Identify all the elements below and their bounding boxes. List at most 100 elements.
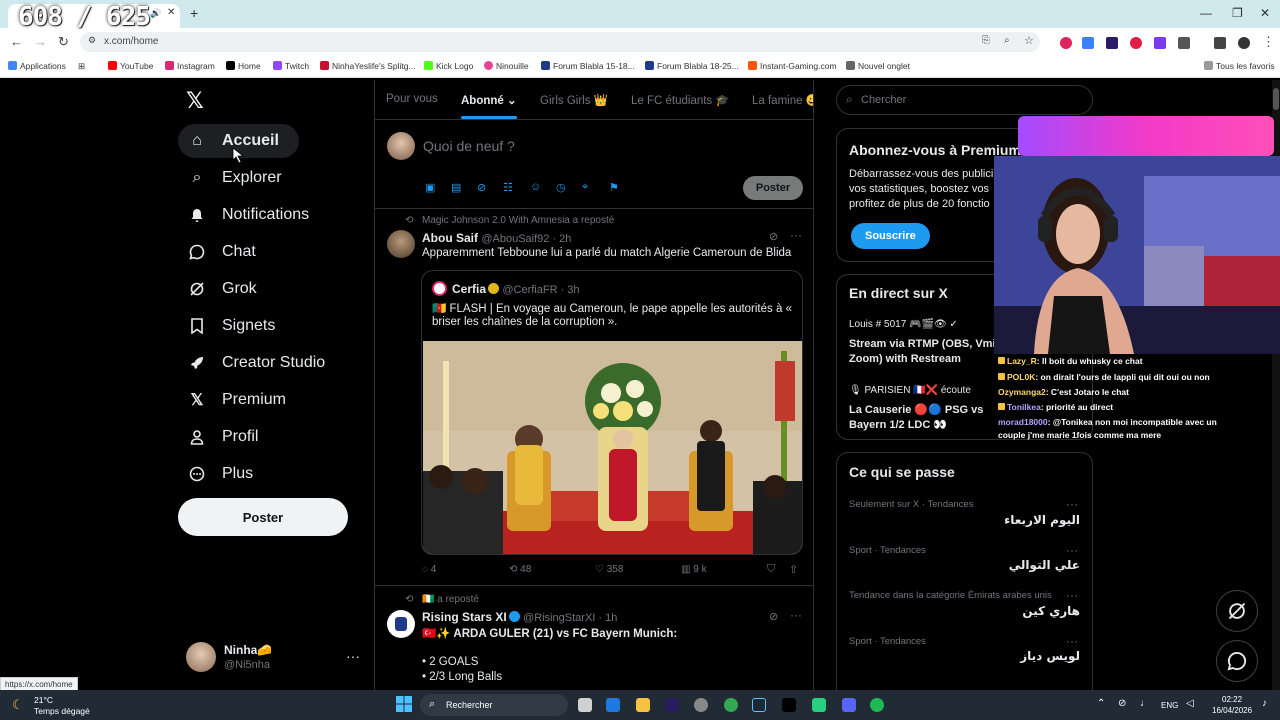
profile-avatar-icon[interactable] — [1238, 37, 1250, 49]
bookmark-kick[interactable]: Kick Logo — [424, 61, 473, 71]
tiktok-icon[interactable] — [782, 698, 796, 712]
tab-close-icon[interactable]: ✕ — [167, 7, 175, 18]
trend-more-icon[interactable]: ··· — [1066, 588, 1078, 602]
composer-input[interactable]: Quoi de neuf ? — [423, 138, 515, 154]
trend-name[interactable]: اليوم الاربعاء — [1004, 513, 1080, 527]
tweet-avatar[interactable] — [387, 230, 415, 258]
new-tab-button[interactable]: + — [190, 5, 198, 21]
sidebar-item-premium[interactable]: 𝕏 Premium — [178, 383, 306, 417]
tweet-author[interactable]: Rising Stars XI @RisingStarXI · 1h — [422, 610, 617, 624]
live-item-2-title[interactable]: La Causerie 🔴🔵 PSG vs Bayern 1/2 LDC 👀 — [849, 403, 983, 433]
volume-icon[interactable]: ◁ — [1186, 698, 1194, 709]
trend-more-icon[interactable]: ··· — [1066, 634, 1078, 648]
spotify-icon[interactable] — [870, 698, 884, 712]
tweet-avatar[interactable] — [387, 610, 415, 638]
tab-la-famine[interactable]: La famine 😀 — [752, 93, 813, 107]
post-button[interactable]: Poster — [178, 498, 348, 536]
maximize-icon[interactable]: ❐ — [1232, 6, 1243, 20]
repost-action[interactable]: ⟲ 48 — [509, 564, 531, 575]
bookmark-forum-18-25[interactable]: Forum Blabla 18-25... — [645, 61, 739, 71]
back-icon[interactable]: ← — [10, 34, 23, 49]
bookmark-instagram[interactable]: Instagram — [165, 61, 215, 71]
zoom-icon[interactable]: ⌕ — [1004, 35, 1010, 46]
window-close-icon[interactable]: ✕ — [1260, 6, 1270, 20]
taskbar-search[interactable]: ⌕ Rechercher — [420, 694, 568, 716]
mic-icon[interactable]: ♩ — [1140, 698, 1150, 709]
messages-float-button[interactable] — [1216, 640, 1258, 682]
bookmark-instant-gaming[interactable]: Instant-Gaming.com — [748, 61, 837, 71]
url-field[interactable]: ⚙ x.com/home ⎘ ⌕ ☆ — [80, 32, 1040, 52]
reply-action[interactable]: ◌ 4 — [422, 564, 436, 575]
reload-icon[interactable]: ↻ — [58, 34, 69, 50]
composer-post-button[interactable]: Poster — [743, 176, 803, 200]
subscribe-button[interactable]: Souscrire — [851, 223, 930, 249]
sidebar-item-chat[interactable]: Chat — [178, 235, 276, 269]
apps-grid-icon[interactable]: ⊞ — [78, 61, 85, 72]
quoted-tweet[interactable]: Cerfia @CerfiaFR · 3h 🇨🇲 FLASH | En voya… — [421, 270, 803, 555]
extensions-puzzle-icon[interactable] — [1178, 37, 1190, 49]
taskbar-time[interactable]: 02:22 — [1222, 695, 1242, 704]
premiere-icon[interactable] — [665, 698, 679, 712]
live-item-1-title[interactable]: Stream via RTMP (OBS, Vmix, Zoom) with R… — [849, 337, 1005, 367]
tray-chevron-icon[interactable]: ⌃ — [1097, 698, 1105, 709]
live-item-2-host[interactable]: 🎙 PARISIEN 🇫🇷❌ écoute — [849, 385, 971, 396]
flag-icon[interactable]: ⚑ — [609, 181, 619, 194]
trend-name[interactable]: لويس دياز — [1020, 649, 1080, 663]
trend-more-icon[interactable]: ··· — [1066, 543, 1078, 557]
grok-tweet-icon[interactable]: ⊘ — [769, 230, 778, 243]
tweet-more-icon[interactable]: ··· — [790, 608, 802, 622]
extension-icon-5[interactable] — [1154, 37, 1166, 49]
bookmark-youtube[interactable]: YouTube — [108, 61, 153, 71]
schedule-icon[interactable]: ◷ — [556, 181, 566, 194]
network-off-icon[interactable]: ⊘ — [1118, 698, 1126, 709]
site-info-icon[interactable]: ⚙ — [88, 35, 96, 46]
emoji-icon[interactable]: ☺ — [530, 181, 541, 193]
trend-name[interactable]: علي التوالي — [1009, 558, 1080, 572]
star-icon[interactable]: ☆ — [1024, 34, 1034, 47]
chrome-icon[interactable] — [724, 698, 738, 712]
sidebar-item-signets[interactable]: Signets — [178, 309, 295, 343]
file-explorer-icon[interactable] — [636, 698, 650, 712]
bookmark-home[interactable]: Home — [226, 61, 261, 71]
sidebar-item-plus[interactable]: Plus — [178, 457, 273, 491]
bookmark-forum-15-18[interactable]: Forum Blabla 15-18... — [541, 61, 635, 71]
x-logo[interactable]: 𝕏 — [186, 89, 204, 114]
language-indicator[interactable]: ENG — [1161, 701, 1178, 710]
trend-more-icon[interactable]: ··· — [1066, 497, 1078, 511]
sidebar-item-grok[interactable]: Grok — [178, 272, 277, 306]
copilot-icon[interactable] — [606, 698, 620, 712]
scrollbar-thumb[interactable] — [1273, 88, 1279, 110]
search-input[interactable]: ⌕ Chercher — [836, 85, 1093, 115]
gif-icon[interactable]: ▤ — [451, 181, 461, 194]
bookmark-new-tab[interactable]: Nouvel onglet — [846, 61, 910, 71]
live-item-1-host[interactable]: Louis # 5017 🎮🎬👁 ✓ — [849, 319, 958, 330]
grok-float-button[interactable] — [1216, 590, 1258, 632]
grok-compose-icon[interactable]: ⊘ — [477, 181, 486, 194]
sidebar-item-notifications[interactable]: Notifications — [178, 198, 329, 232]
tab-abonne[interactable]: Abonné ⌄ — [461, 93, 517, 107]
minimize-icon[interactable]: — — [1200, 6, 1212, 20]
obs-icon[interactable] — [694, 698, 708, 712]
like-action[interactable]: ♡ 358 — [595, 564, 623, 575]
sidebar-item-creator-studio[interactable]: Creator Studio — [178, 346, 345, 380]
share-icon[interactable]: ⇧ — [789, 563, 798, 576]
task-view-icon[interactable] — [578, 698, 592, 712]
tab-girls-girls[interactable]: Girls Girls 👑 — [540, 93, 608, 107]
install-icon[interactable]: ⎘ — [982, 35, 990, 46]
extension-icon-4[interactable] — [1130, 37, 1142, 49]
reading-list-icon[interactable] — [1214, 37, 1226, 49]
tab-le-fc-etudiants[interactable]: Le FC étudiants 🎓 — [631, 93, 730, 107]
avatar[interactable] — [186, 642, 216, 672]
taskbar-date[interactable]: 16/04/2026 — [1212, 706, 1252, 715]
bookmark-splitgate[interactable]: NinhaYeslife's Splitg... — [320, 61, 416, 71]
app-icon[interactable] — [812, 698, 826, 712]
profile-more-icon[interactable]: ··· — [346, 648, 360, 664]
tweet-author[interactable]: Abou Saif @AbouSaif92 · 2h — [422, 231, 571, 245]
bookmark-ninouille[interactable]: Ninouille — [484, 61, 529, 71]
poll-icon[interactable]: ☷ — [503, 181, 513, 194]
bookmark-action-icon[interactable]: ⛉ — [767, 563, 775, 576]
views-action[interactable]: ▥ 9 k — [681, 564, 707, 575]
grok-tweet-icon[interactable]: ⊘ — [769, 610, 778, 623]
discord-icon[interactable] — [842, 698, 856, 712]
notifications-icon[interactable]: ♪ — [1262, 698, 1267, 709]
